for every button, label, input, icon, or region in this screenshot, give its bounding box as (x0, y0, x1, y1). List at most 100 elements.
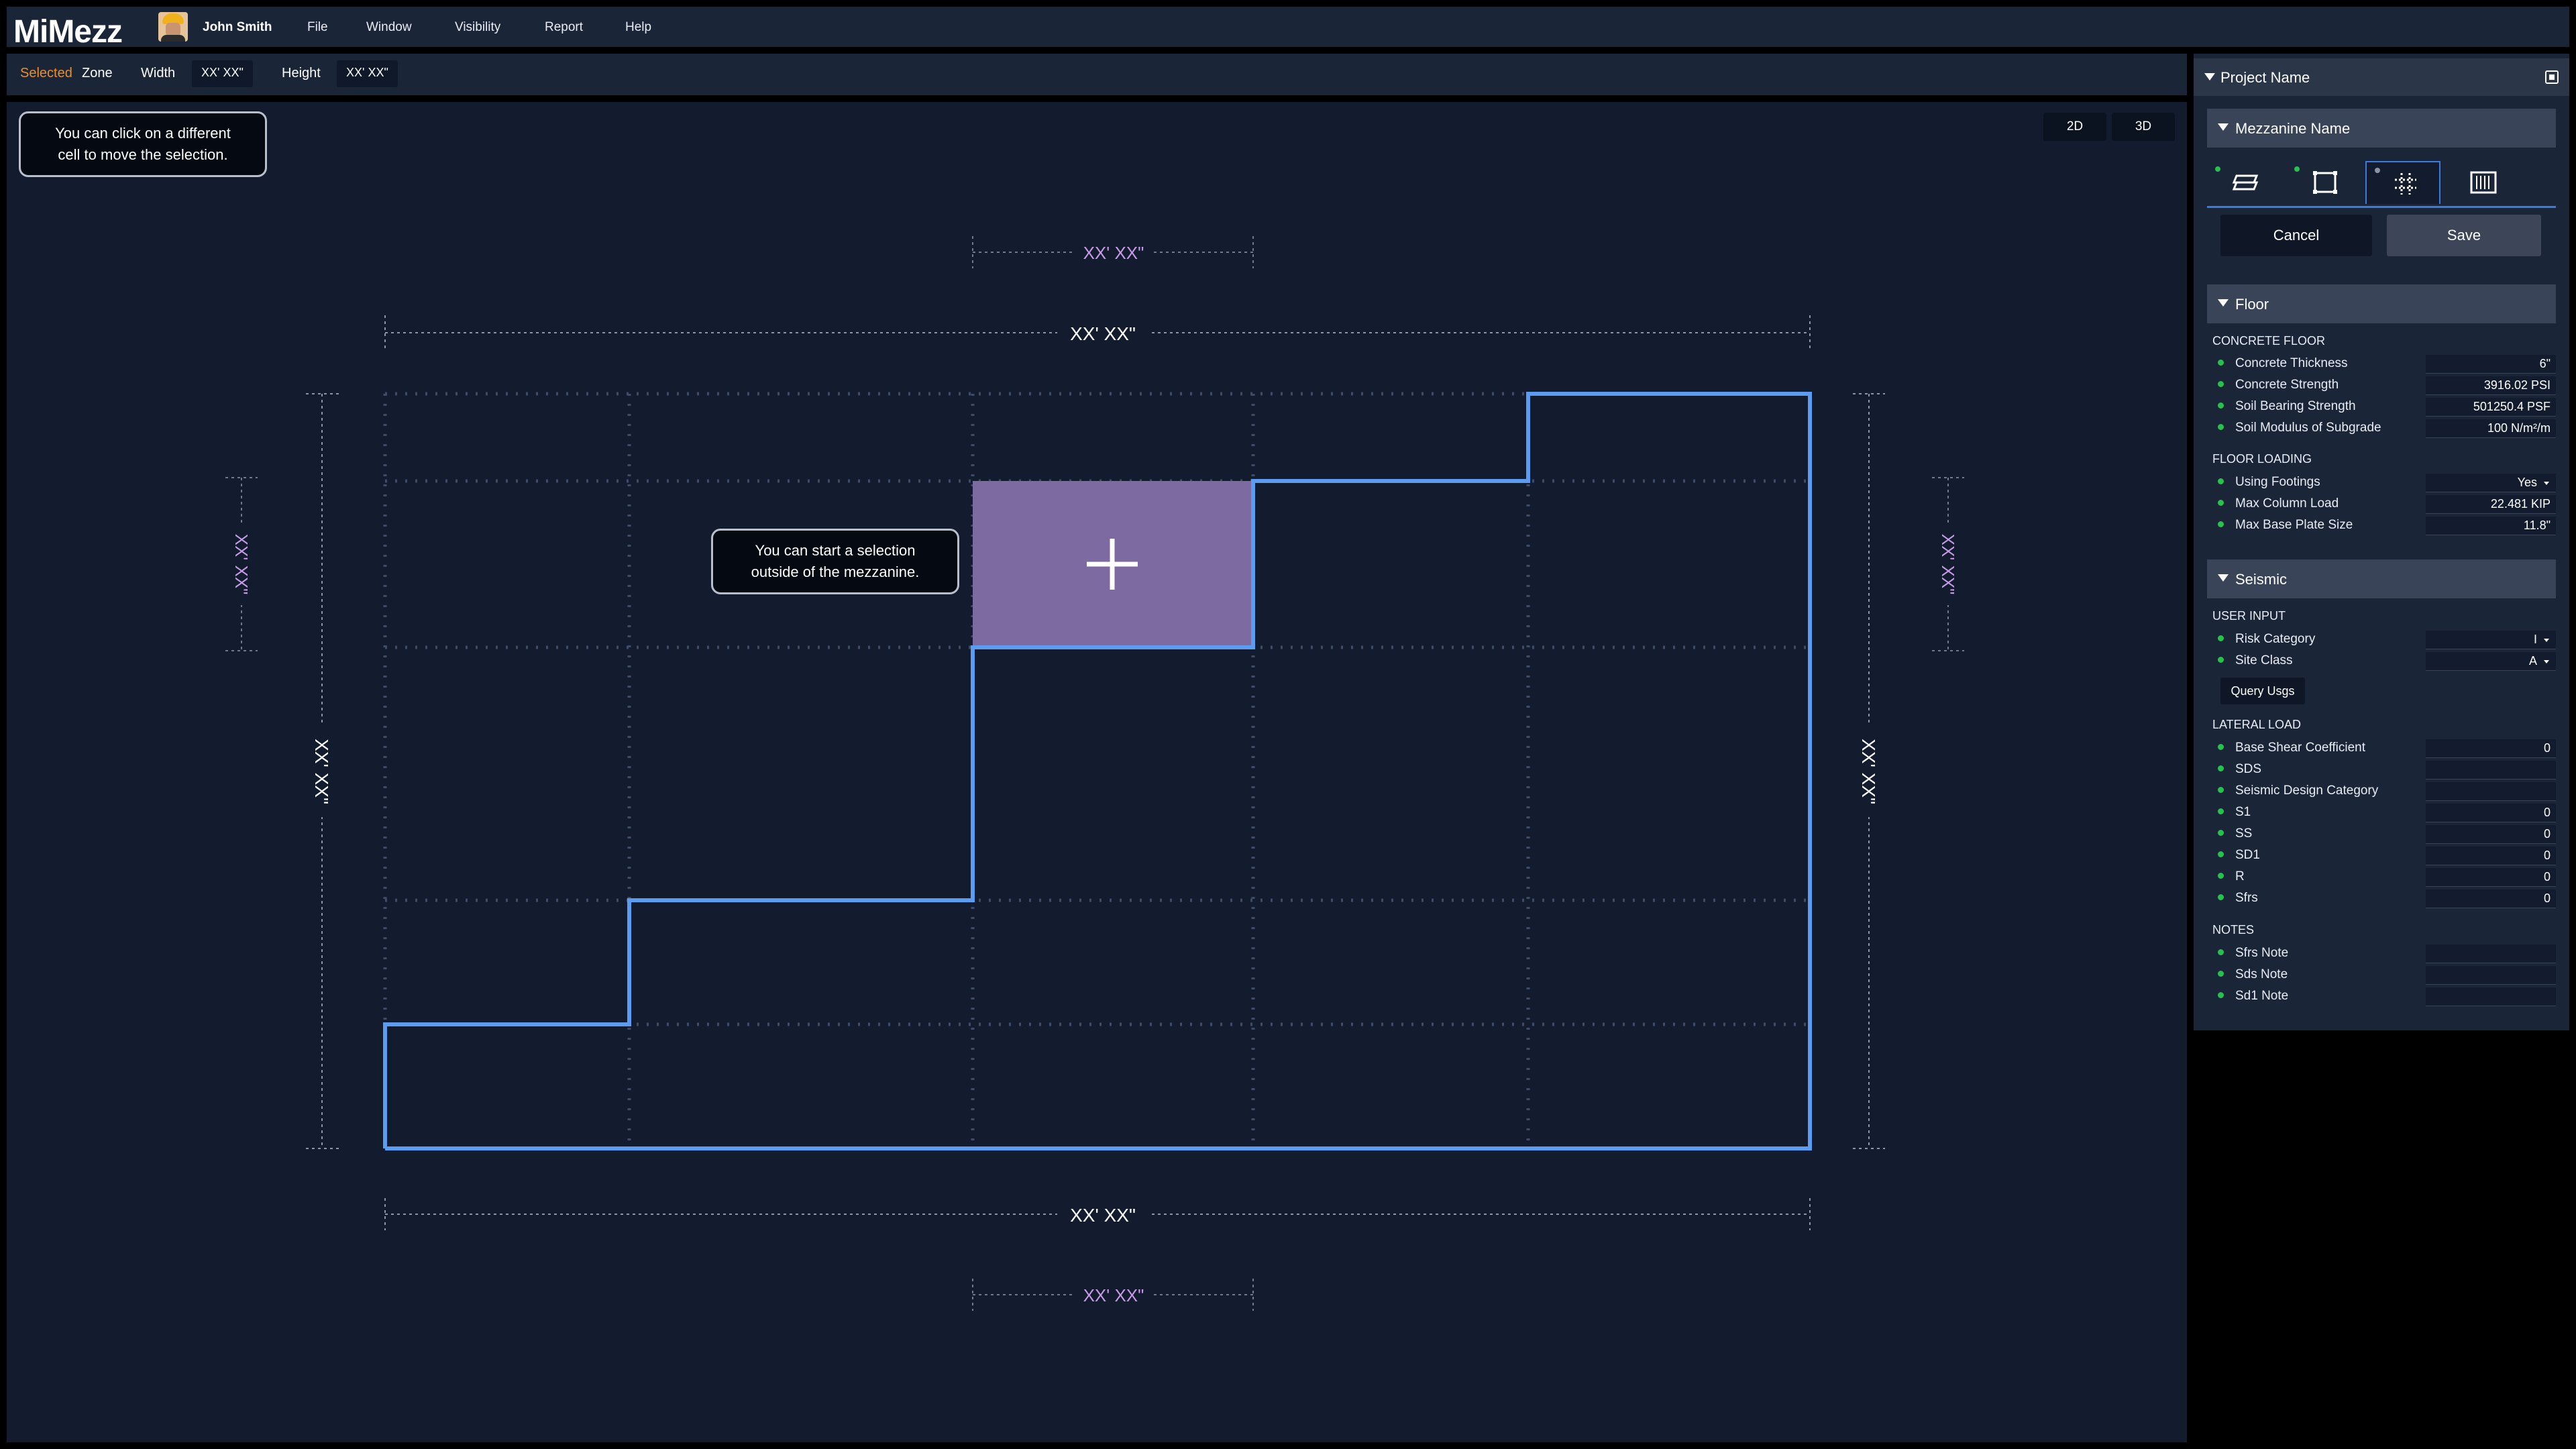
concrete-floor-label: CONCRETE FLOOR (2212, 334, 2326, 347)
max-column-load-field[interactable]: 22.481 KIP (2426, 495, 2556, 514)
property-name: Base Shear Coefficient (2235, 741, 2365, 755)
risk-category-select[interactable]: I (2426, 631, 2556, 649)
height-field[interactable]: XX' XX" (337, 60, 398, 87)
caret-down-icon (2218, 123, 2229, 131)
base-shear-coefficient-row: Base Shear Coefficient 0 (2212, 738, 2556, 759)
selection-dim-bottom-label: XX' XX" (1083, 1285, 1144, 1305)
status-dot (2294, 166, 2300, 172)
using-footings-row: Using Footings Yes (2212, 472, 2556, 494)
menu-report[interactable]: Report (545, 20, 583, 35)
height-label: Height (282, 66, 321, 80)
soil-modulus-field[interactable]: 100 N/m²/m (2426, 419, 2556, 438)
using-footings-select[interactable]: Yes (2426, 474, 2556, 492)
sds-field[interactable] (2426, 761, 2556, 780)
r-row: R 0 (2212, 867, 2556, 888)
width-label: Width (141, 66, 176, 80)
mezzanine-header[interactable]: Mezzanine Name (2207, 109, 2556, 148)
sfrs-field[interactable]: 0 (2426, 890, 2556, 908)
status-dot (2218, 478, 2224, 484)
selected-type: Zone (82, 66, 113, 80)
tab-grid[interactable] (2365, 161, 2440, 204)
tab-deck[interactable] (2207, 161, 2282, 204)
selected-label: Selected (20, 66, 72, 80)
r-field[interactable]: 0 (2426, 868, 2556, 887)
frame-square-icon (2313, 171, 2337, 194)
mezzanine-tabs (2207, 161, 2556, 208)
app-logo: MiMezz (13, 14, 123, 50)
max-base-plate-row: Max Base Plate Size 11.8" (2212, 515, 2556, 537)
status-dot (2218, 402, 2224, 409)
cancel-button[interactable]: Cancel (2220, 215, 2372, 256)
concrete-thickness-field[interactable]: 6" (2426, 355, 2556, 374)
sd1-note-field[interactable] (2426, 987, 2556, 1006)
lateral-load-label: LATERAL LOAD (2212, 718, 2302, 731)
caret-down-icon (2204, 73, 2215, 80)
seismic-title: Seismic (2235, 571, 2288, 588)
move-selection-tooltip: You can click on a different cell to mov… (19, 111, 267, 177)
seismic-section-header[interactable]: Seismic (2207, 559, 2556, 598)
risk-category-row: Risk Category I (2212, 629, 2556, 651)
status-dot (2218, 949, 2224, 955)
sfrs-note-row: Sfrs Note (2212, 943, 2556, 965)
collapse-panel-icon[interactable] (2545, 70, 2559, 84)
site-class-select[interactable]: A (2426, 652, 2556, 671)
property-name: Risk Category (2235, 632, 2316, 646)
menu-file[interactable]: File (307, 20, 328, 35)
concrete-strength-row: Concrete Strength 3916.02 PSI (2212, 375, 2556, 396)
sfrs-note-field[interactable] (2426, 945, 2556, 963)
status-dot (2218, 787, 2224, 793)
sd1-field[interactable]: 0 (2426, 847, 2556, 865)
deck-layers-icon (2232, 174, 2259, 191)
soil-bearing-strength-row: Soil Bearing Strength 501250.4 PSF (2212, 396, 2556, 418)
s1-row: S1 0 (2212, 802, 2556, 824)
max-base-plate-field[interactable]: 11.8" (2426, 517, 2556, 535)
menu-window[interactable]: Window (366, 20, 412, 35)
tooltip-line: cell to move the selection. (58, 146, 228, 163)
project-header[interactable]: Project Name (2194, 58, 2569, 96)
property-name: Site Class (2235, 653, 2293, 667)
user-name[interactable]: John Smith (203, 20, 272, 35)
select-value: I (2533, 633, 2537, 646)
concrete-strength-field[interactable]: 3916.02 PSI (2426, 376, 2556, 395)
mezzanine-canvas[interactable]: 2D 3D XX' XX" XX' XX" XX' XX" XX' XX" XX… (7, 102, 2187, 1442)
tooltip-line: You can click on a different (55, 125, 231, 142)
notes-label: NOTES (2212, 923, 2255, 936)
grid-icon (2395, 173, 2416, 195)
tab-railing[interactable] (2445, 161, 2520, 204)
width-field[interactable]: XX' XX" (192, 60, 253, 87)
ss-field[interactable]: 0 (2426, 825, 2556, 844)
sds-row: SDS (2212, 759, 2556, 781)
overall-dim-left-label: XX' XX" (311, 739, 332, 804)
menu-visibility[interactable]: Visibility (455, 20, 500, 35)
property-name: Using Footings (2235, 475, 2320, 489)
sds-note-field[interactable] (2426, 966, 2556, 985)
status-dot (2218, 971, 2224, 977)
base-shear-coefficient-field[interactable]: 0 (2426, 739, 2556, 758)
soil-bearing-strength-field[interactable]: 501250.4 PSF (2426, 398, 2556, 417)
selection-toolbar: Selected Zone Width XX' XX" Height XX' X… (7, 54, 2187, 95)
query-usgs-button[interactable]: Query Usgs (2220, 678, 2305, 704)
save-button[interactable]: Save (2387, 215, 2541, 256)
seismic-design-category-row: Seismic Design Category (2212, 781, 2556, 802)
property-name: SD1 (2235, 848, 2260, 862)
soil-modulus-row: Soil Modulus of Subgrade 100 N/m²/m (2212, 418, 2556, 439)
concrete-thickness-row: Concrete Thickness 6" (2212, 354, 2556, 375)
menu-help[interactable]: Help (625, 20, 651, 35)
status-dot (2215, 166, 2220, 172)
status-dot (2218, 360, 2224, 366)
selection-dim-right-label: XX' XX" (1938, 534, 1958, 595)
tab-frame[interactable] (2286, 161, 2361, 204)
property-name: Soil Bearing Strength (2235, 399, 2356, 413)
avatar[interactable] (158, 12, 188, 42)
s1-field[interactable]: 0 (2426, 804, 2556, 822)
floor-section-header[interactable]: Floor (2207, 284, 2556, 323)
status-dot (2218, 873, 2224, 879)
mezzanine-plan[interactable]: XX' XX" XX' XX" XX' XX" XX' XX" XX' XX" … (7, 102, 2187, 1442)
sd1-note-row: Sd1 Note (2212, 986, 2556, 1008)
property-name: Sds Note (2235, 967, 2288, 981)
site-class-row: Site Class A (2212, 651, 2556, 672)
property-name: Concrete Thickness (2235, 356, 2348, 370)
property-name: Sfrs (2235, 891, 2258, 905)
seismic-design-category-field[interactable] (2426, 782, 2556, 801)
tooltip-line: outside of the mezzanine. (751, 564, 920, 580)
